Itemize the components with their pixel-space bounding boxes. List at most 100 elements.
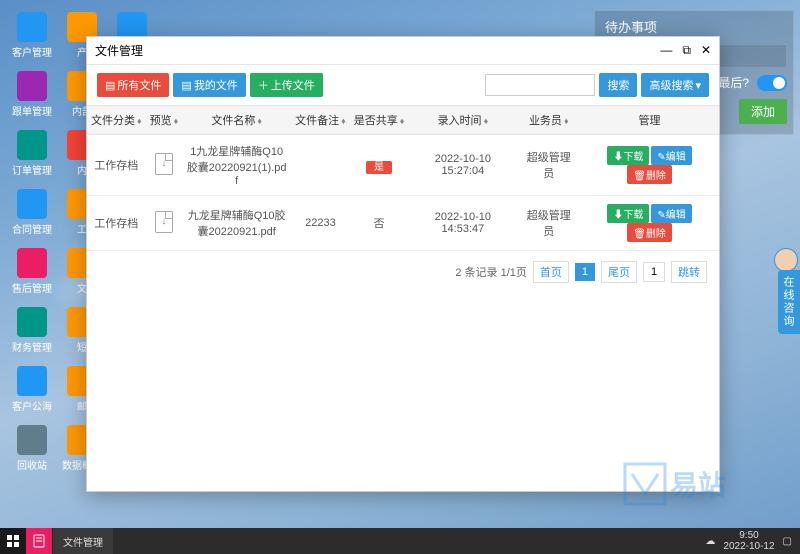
add-button[interactable]: 添加: [739, 99, 787, 124]
start-button[interactable]: [0, 528, 26, 554]
edit-button[interactable]: ✎编辑: [651, 146, 691, 165]
list-icon: ▤: [105, 79, 115, 92]
window-titlebar[interactable]: 文件管理 — ⧉ ✕: [87, 37, 719, 65]
cell-notes: 22233: [291, 196, 350, 251]
app-icon: [17, 425, 47, 455]
advanced-search-button[interactable]: 高级搜索 ▾: [641, 73, 709, 97]
cell-filename: 1九龙星牌辅酶Q10胶囊20220921(1).pdf: [182, 135, 291, 196]
cell-shared: 是: [350, 135, 409, 196]
desktop-icon[interactable]: 跟单管理: [10, 71, 54, 118]
cell-operator: 超级管理员: [517, 135, 580, 196]
cell-actions: ⬇下载✎编辑🗑删除: [580, 135, 719, 196]
plus-icon: ＋: [258, 77, 269, 93]
edit-button[interactable]: ✎编辑: [651, 204, 691, 223]
all-files-button[interactable]: ▤所有文件: [97, 73, 169, 97]
sort-icon: ♦: [137, 116, 142, 126]
close-icon[interactable]: ✕: [701, 43, 711, 58]
cell-operator: 超级管理员: [517, 196, 580, 251]
desktop-icon[interactable]: 合同管理: [10, 189, 54, 236]
download-button[interactable]: ⬇下载: [607, 204, 649, 223]
cell-filename: 九龙星牌辅酶Q10胶囊20220921.pdf: [182, 196, 291, 251]
sort-icon: ♦: [484, 116, 489, 126]
col-operator[interactable]: 业务员♦: [517, 106, 580, 135]
desktop-icon[interactable]: 订单管理: [10, 130, 54, 177]
taskbar-app-icon[interactable]: [26, 528, 52, 554]
shared-badge: 是: [366, 161, 392, 174]
icon-label: 订单管理: [12, 162, 52, 177]
col-preview[interactable]: 预览♦: [146, 106, 183, 135]
col-category[interactable]: 文件分类♦: [87, 106, 146, 135]
cell-category: 工作存档: [87, 196, 146, 251]
chevron-down-icon: ▾: [695, 79, 701, 92]
maximize-icon[interactable]: ⧉: [682, 43, 691, 58]
cell-time: 2022-10-10 15:27:04: [408, 135, 517, 196]
window-title: 文件管理: [95, 42, 143, 59]
file-manager-window: 文件管理 — ⧉ ✕ ▤所有文件 ▤我的文件 ＋上传文件 搜索 高级搜索 ▾ 文…: [86, 36, 720, 492]
desktop-icon[interactable]: 售后管理: [10, 248, 54, 295]
icon-label: 合同管理: [12, 221, 52, 236]
my-files-button[interactable]: ▤我的文件: [173, 73, 245, 97]
sort-icon: ♦: [341, 116, 346, 126]
pager-current[interactable]: 1: [575, 263, 595, 281]
sort-icon: ♦: [257, 116, 262, 126]
app-icon: [17, 130, 47, 160]
sort-icon: ♦: [564, 116, 569, 126]
desktop-icon[interactable]: 回收站: [10, 425, 54, 472]
download-button[interactable]: ⬇下载: [607, 146, 649, 165]
sort-icon: ♦: [400, 116, 405, 126]
app-icon: [17, 307, 47, 337]
cell-shared: 否: [350, 196, 409, 251]
cell-preview[interactable]: [146, 135, 183, 196]
icon-label: 客户管理: [12, 44, 52, 59]
delete-button[interactable]: 🗑删除: [627, 165, 672, 184]
pager-jump-input[interactable]: [643, 262, 665, 282]
icon-label: 客户公海: [12, 398, 52, 413]
taskbar: 文件管理 ☁ 9:50 2022-10-12 ▢: [0, 528, 800, 554]
col-manage: 管理: [580, 106, 719, 135]
icon-label: 售后管理: [12, 280, 52, 295]
taskbar-item[interactable]: 文件管理: [52, 528, 113, 554]
cell-notes: [291, 135, 350, 196]
col-shared[interactable]: 是否共享♦: [350, 106, 409, 135]
taskbar-clock[interactable]: 9:50 2022-10-12: [723, 530, 774, 552]
consult-avatar[interactable]: [774, 248, 798, 272]
move-last-switch[interactable]: [757, 75, 787, 91]
app-icon: [17, 71, 47, 101]
col-filename[interactable]: 文件名称♦: [182, 106, 291, 135]
cell-actions: ⬇下载✎编辑🗑删除: [580, 196, 719, 251]
pager-summary: 2 条记录 1/1页: [455, 264, 527, 280]
tray-notification-icon[interactable]: ▢: [783, 536, 792, 547]
cell-category: 工作存档: [87, 135, 146, 196]
cell-preview[interactable]: [146, 196, 183, 251]
pager-jump[interactable]: 跳转: [671, 261, 707, 283]
toolbar: ▤所有文件 ▤我的文件 ＋上传文件 搜索 高级搜索 ▾: [87, 65, 719, 105]
desktop-icon[interactable]: 客户管理: [10, 12, 54, 59]
search-input[interactable]: [485, 74, 595, 96]
app-icon: [17, 366, 47, 396]
tray-cloud-icon[interactable]: ☁: [705, 536, 715, 547]
search-button[interactable]: 搜索: [599, 73, 637, 97]
table-row: 工作存档 九龙星牌辅酶Q10胶囊20220921.pdf 22233 否 202…: [87, 196, 719, 251]
list-icon: ▤: [181, 79, 191, 92]
pdf-icon: [155, 153, 173, 175]
app-icon: [17, 189, 47, 219]
col-notes[interactable]: 文件备注♦: [291, 106, 350, 135]
pagination: 2 条记录 1/1页 首页 1 尾页 跳转: [87, 251, 719, 293]
sort-icon: ♦: [174, 116, 179, 126]
online-consult-button[interactable]: 在线咨询: [778, 270, 800, 334]
upload-button[interactable]: ＋上传文件: [250, 73, 323, 97]
desktop-icon[interactable]: 客户公海: [10, 366, 54, 413]
icon-label: 回收站: [17, 457, 47, 472]
file-table: 文件分类♦ 预览♦ 文件名称♦ 文件备注♦ 是否共享♦ 录入时间♦ 业务员♦ 管…: [87, 105, 719, 251]
app-icon: [17, 12, 47, 42]
icon-label: 跟单管理: [12, 103, 52, 118]
table-row: 工作存档 1九龙星牌辅酶Q10胶囊20220921(1).pdf 是 2022-…: [87, 135, 719, 196]
desktop-icon[interactable]: 财务管理: [10, 307, 54, 354]
col-time[interactable]: 录入时间♦: [408, 106, 517, 135]
cell-time: 2022-10-10 14:53:47: [408, 196, 517, 251]
pager-last[interactable]: 尾页: [601, 261, 637, 283]
minimize-icon[interactable]: —: [660, 43, 672, 58]
delete-button[interactable]: 🗑删除: [627, 223, 672, 242]
icon-label: 财务管理: [12, 339, 52, 354]
pager-first[interactable]: 首页: [533, 261, 569, 283]
